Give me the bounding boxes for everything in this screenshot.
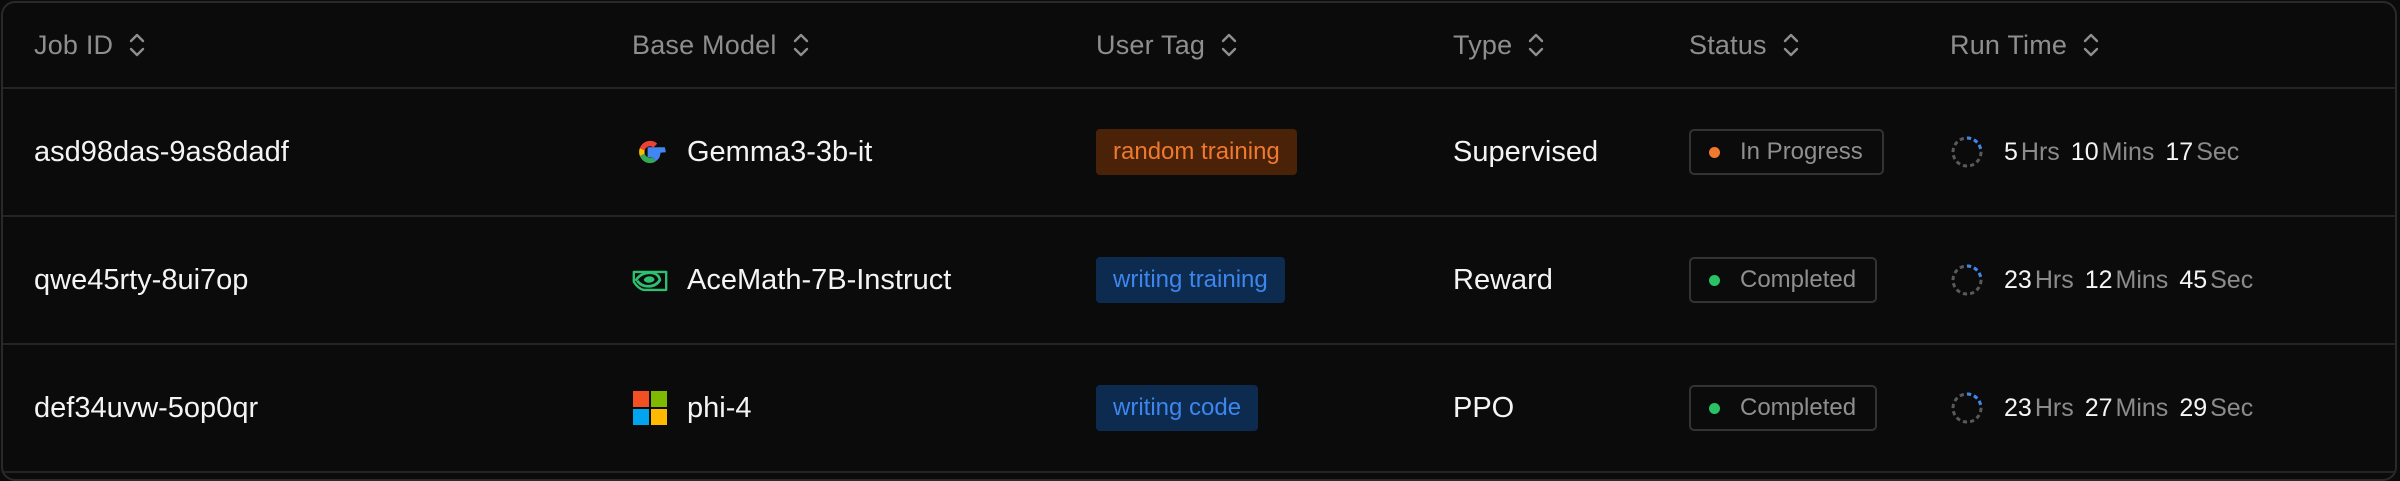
job-id: def34uvw-5op0qr	[34, 391, 259, 424]
column-header-job-id[interactable]: Job ID	[34, 3, 147, 87]
user-tag-cell: writing training	[1096, 217, 1285, 343]
run-time-minutes-unit: Mins	[2115, 265, 2169, 294]
run-time-seconds: 45	[2179, 265, 2208, 294]
sort-icon[interactable]	[1781, 31, 1801, 59]
sort-icon[interactable]	[1526, 31, 1546, 59]
job-id: qwe45rty-8ui7op	[34, 263, 249, 296]
column-header-label: User Tag	[1096, 29, 1206, 60]
table-header: Job ID Base Model User Tag Type Status R…	[3, 3, 2395, 89]
run-time-minutes: 12	[2084, 265, 2113, 294]
table-row[interactable]: def34uvw-5op0qr phi-4 writing code PPO C…	[3, 345, 2395, 473]
sort-icon[interactable]	[2081, 31, 2101, 59]
run-time-seconds-unit: Sec	[2210, 393, 2254, 422]
status-dot-icon	[1709, 402, 1720, 414]
model-name: Gemma3-3b-it	[687, 135, 873, 168]
run-time: 5 Hrs 10 Mins 17 Sec	[1950, 89, 2250, 215]
run-time-hours-unit: Hrs	[2034, 265, 2074, 294]
column-header-base-model[interactable]: Base Model	[632, 3, 811, 87]
column-header-label: Type	[1453, 29, 1513, 60]
user-tag-cell: random training	[1096, 89, 1297, 215]
loading-spinner-icon	[1950, 135, 1984, 169]
run-time-minutes-unit: Mins	[2115, 393, 2169, 422]
status-badge: Completed	[1689, 257, 1878, 303]
status-label: In Progress	[1740, 138, 1863, 165]
job-type: Supervised	[1453, 135, 1599, 168]
column-header-label: Job ID	[34, 29, 114, 60]
column-header-label: Run Time	[1950, 29, 2068, 60]
status-cell: In Progress	[1689, 89, 1884, 215]
user-tag-cell: writing code	[1096, 345, 1259, 471]
loading-spinner-icon	[1950, 263, 1984, 297]
run-time-hours: 23	[2004, 265, 2032, 294]
microsoft-icon	[632, 390, 668, 426]
run-time-minutes-unit: Mins	[2101, 137, 2155, 166]
status-label: Completed	[1740, 394, 1857, 421]
column-header-status[interactable]: Status	[1689, 3, 1801, 87]
table-row[interactable]: asd98das-9as8dadf Gemma3-3b-it random tr…	[3, 89, 2395, 217]
base-model: AceMath-7B-Instruct	[632, 217, 951, 343]
nvidia-icon	[632, 262, 668, 298]
run-time-seconds-unit: Sec	[2210, 265, 2254, 294]
base-model: phi-4	[632, 345, 752, 471]
model-name: phi-4	[687, 391, 752, 424]
user-tag[interactable]: writing code	[1096, 385, 1259, 431]
column-header-type[interactable]: Type	[1453, 3, 1546, 87]
sort-icon[interactable]	[127, 31, 147, 59]
status-cell: Completed	[1689, 217, 1878, 343]
run-time-seconds: 29	[2179, 393, 2208, 422]
google-icon	[632, 134, 668, 170]
status-badge: Completed	[1689, 385, 1878, 431]
job-type: PPO	[1453, 391, 1515, 424]
loading-spinner-icon	[1950, 391, 1984, 425]
run-time-hours: 5	[2004, 137, 2018, 166]
run-time-minutes: 10	[2070, 137, 2099, 166]
user-tag[interactable]: random training	[1096, 129, 1297, 175]
run-time-seconds: 17	[2165, 137, 2194, 166]
status-dot-icon	[1709, 146, 1720, 158]
status-cell: Completed	[1689, 345, 1878, 471]
status-dot-icon	[1709, 274, 1720, 286]
table-row[interactable]: qwe45rty-8ui7op AceMath-7B-Instruct writ…	[3, 217, 2395, 345]
column-header-run-time[interactable]: Run Time	[1950, 3, 2101, 87]
run-time: 23 Hrs 12 Mins 45 Sec	[1950, 217, 2264, 343]
job-id: asd98das-9as8dadf	[34, 135, 289, 168]
status-label: Completed	[1740, 266, 1857, 293]
sort-icon[interactable]	[791, 31, 811, 59]
run-time-seconds-unit: Sec	[2196, 137, 2240, 166]
run-time-hours: 23	[2004, 393, 2032, 422]
status-badge: In Progress	[1689, 129, 1884, 175]
model-name: AceMath-7B-Instruct	[687, 263, 952, 296]
run-time-hours-unit: Hrs	[2034, 393, 2074, 422]
column-header-label: Base Model	[632, 29, 777, 60]
run-time-hours-unit: Hrs	[2020, 137, 2060, 166]
run-time: 23 Hrs 27 Mins 29 Sec	[1950, 345, 2264, 471]
sort-icon[interactable]	[1219, 31, 1239, 59]
run-time-minutes: 27	[2084, 393, 2113, 422]
base-model: Gemma3-3b-it	[632, 89, 872, 215]
column-header-user-tag[interactable]: User Tag	[1096, 3, 1239, 87]
job-type: Reward	[1453, 263, 1553, 296]
fine-tuning-jobs-table: Job ID Base Model User Tag Type Status R…	[1, 1, 2397, 481]
user-tag[interactable]: writing training	[1096, 257, 1285, 303]
column-header-label: Status	[1689, 29, 1767, 60]
